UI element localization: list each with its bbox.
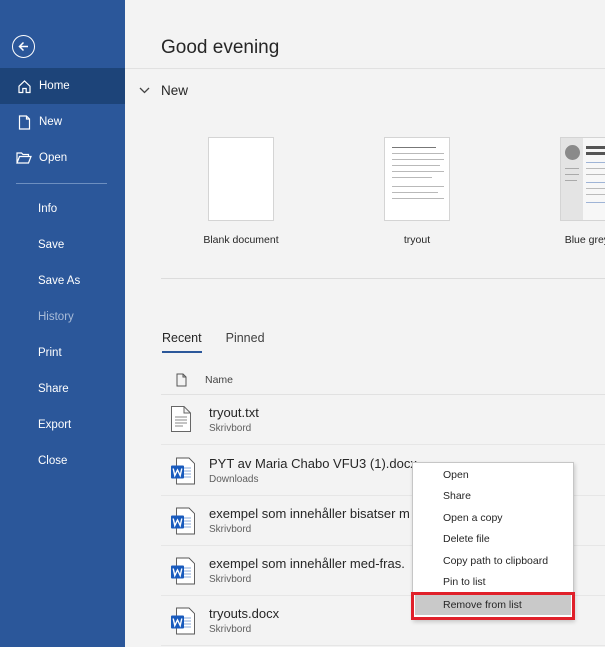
file-name: tryouts.docx [209,606,280,621]
file-location: Downloads [209,474,259,485]
file-name: exempel som innehåller bisatser m [209,506,410,521]
sidebar-item-label: Export [38,419,72,431]
file-name: PYT av Maria Chabo VFU3 (1).docx [209,456,417,471]
new-section-label: New [161,83,189,98]
tab-recent[interactable]: Recent [162,331,202,353]
file-location: Skrivbord [209,574,252,585]
header-divider [125,68,605,69]
tab-pinned[interactable]: Pinned [226,331,265,353]
sidebar-item-close[interactable]: Close [0,443,125,479]
file-tabs: Recent Pinned [162,331,289,353]
sidebar-item-history: History [0,299,125,335]
sidebar-item-save-as[interactable]: Save As [0,263,125,299]
sidebar-item-export[interactable]: Export [0,407,125,443]
template-thumbnail [560,137,605,221]
sidebar-item-label: Share [38,383,69,395]
menu-item-copy-path[interactable]: Copy path to clipboard [415,550,571,571]
file-location: Skrivbord [209,624,252,635]
file-list-header: Name [161,365,605,395]
template-thumbnail [208,137,274,221]
template-label: tryout [403,234,431,246]
word-document-icon [170,556,196,586]
sidebar-item-open[interactable]: Open [0,140,125,176]
home-icon [16,78,32,94]
file-name: tryout.txt [209,405,259,420]
word-document-icon [170,456,196,486]
backstage-sidebar: Home New Open Info Save Save As History … [0,0,125,647]
text-file-icon [170,405,196,435]
sidebar-item-label: Save As [38,275,81,287]
open-folder-icon [16,150,32,166]
document-type-icon [176,373,187,387]
sidebar-item-label: New [39,116,63,128]
file-name: exempel som innehåller med-fras. [209,556,405,571]
chevron-down-icon [139,87,150,94]
template-blank-document[interactable]: Blank document [203,137,279,246]
sidebar-item-new[interactable]: New [0,104,125,140]
sidebar-item-label: Save [38,239,65,251]
page-title: Good evening [161,37,280,58]
sidebar-item-label: Close [38,455,68,467]
templates-divider [161,278,605,279]
menu-item-open[interactable]: Open [415,464,571,485]
word-document-icon [170,606,196,636]
sidebar-item-label: Print [38,347,62,359]
sidebar-item-save[interactable]: Save [0,227,125,263]
sidebar-item-label: Open [39,152,68,164]
menu-item-pin-to-list[interactable]: Pin to list [415,571,571,592]
name-column-header[interactable]: Name [205,374,233,386]
menu-item-share[interactable]: Share [415,485,571,506]
template-label: Blank document [203,234,279,246]
sidebar-item-home[interactable]: Home [0,68,125,104]
back-arrow-icon[interactable] [12,35,35,58]
sidebar-divider [16,183,107,184]
sidebar-item-label: Home [39,80,70,92]
new-section-toggle[interactable]: New [139,83,188,98]
file-context-menu: Open Share Open a copy Delete file Copy … [412,462,574,620]
template-thumbnail [384,137,450,221]
sidebar-item-label: History [38,311,74,323]
sidebar-item-label: Info [38,203,58,215]
file-location: Skrivbord [209,423,252,434]
template-tryout[interactable]: tryout [382,137,452,246]
menu-item-open-a-copy[interactable]: Open a copy [415,507,571,528]
sidebar-item-print[interactable]: Print [0,335,125,371]
word-document-icon [170,506,196,536]
sidebar-item-share[interactable]: Share [0,371,125,407]
template-label: Blue grey re [564,234,605,246]
menu-item-delete-file[interactable]: Delete file [415,528,571,549]
sidebar-item-info[interactable]: Info [0,191,125,227]
template-blue-grey-resume[interactable]: Blue grey re [558,137,605,246]
new-document-icon [16,114,32,130]
file-location: Skrivbord [209,524,252,535]
file-row[interactable]: tryout.txt Skrivbord [161,395,605,445]
menu-item-remove-from-list[interactable]: Remove from list [415,594,571,615]
